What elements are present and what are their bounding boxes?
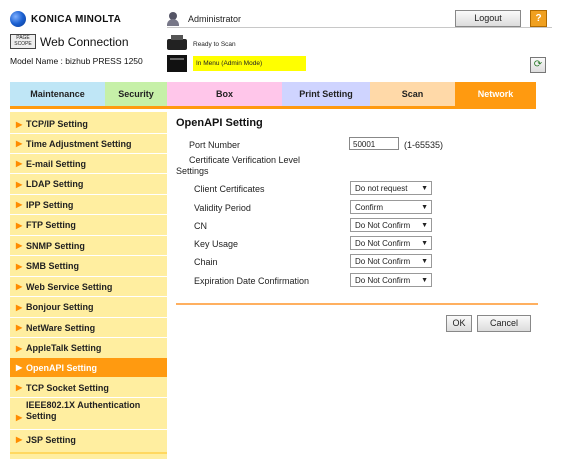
dropdown-caret-icon: ▼ (421, 240, 428, 247)
mode-status-bar: In Menu (Admin Mode) (193, 56, 306, 71)
pagescope-badge-icon: PAGE SCOPE (10, 34, 36, 49)
arrow-right-icon: ▶ (16, 302, 23, 312)
tab-security[interactable]: Security (105, 82, 167, 106)
page-title: OpenAPI Setting (176, 117, 263, 129)
status-ready-text: Ready to Scan (193, 41, 236, 48)
arrow-right-icon: ▶ (16, 119, 23, 129)
device-mode-icon (167, 55, 187, 72)
user-info: Administrator (167, 12, 241, 26)
app-title: Web Connection (40, 34, 129, 49)
help-button[interactable]: ? (530, 10, 547, 27)
arrow-right-icon: ▶ (16, 343, 23, 353)
arrow-right-icon: ▶ (16, 179, 23, 189)
arrow-right-icon: ▶ (16, 363, 23, 372)
brand: KONICA MINOLTA (10, 11, 121, 27)
key-usage-label: Key Usage (194, 239, 239, 249)
sidebar-item-web-service[interactable]: ▶ Web Service Setting (10, 277, 167, 296)
dropdown-caret-icon: ▼ (421, 258, 428, 265)
validity-period-select[interactable]: Confirm ▼ (350, 200, 432, 214)
sidebar-item-time-adjustment[interactable]: ▶ Time Adjustment Setting (10, 134, 167, 153)
port-number-label: Port Number (189, 140, 241, 150)
cert-verification-label: Certificate Verification Level (189, 155, 301, 165)
chain-select[interactable]: Do Not Confirm ▼ (350, 254, 432, 268)
brand-name: KONICA MINOLTA (31, 13, 122, 25)
arrow-right-icon: ▶ (16, 261, 23, 271)
client-certificates-label: Client Certificates (194, 184, 265, 194)
sidebar-item-ftp[interactable]: ▶ FTP Setting (10, 215, 167, 235)
sidebar-item-snmp[interactable]: ▶ SNMP Setting (10, 236, 167, 255)
cert-verification-label-cont: Settings (176, 166, 209, 176)
dropdown-caret-icon: ▼ (421, 222, 428, 229)
tab-maintenance[interactable]: Maintenance (10, 82, 105, 106)
tab-print-setting[interactable]: Print Setting (282, 82, 370, 106)
ok-button[interactable]: OK (446, 315, 472, 332)
sidebar-item-netware[interactable]: ▶ NetWare Setting (10, 318, 167, 337)
cancel-button[interactable]: Cancel (477, 315, 531, 332)
model-name: Model Name : bizhub PRESS 1250 (10, 56, 143, 66)
sidebar-item-ipp[interactable]: ▶ IPP Setting (10, 195, 167, 214)
arrow-right-icon: ▶ (16, 220, 23, 230)
dropdown-caret-icon: ▼ (421, 277, 428, 284)
cn-label: CN (194, 221, 207, 231)
sidebar-item-tcpip[interactable]: ▶ TCP/IP Setting (10, 115, 167, 133)
pagescope-title: PAGE SCOPE Web Connection (10, 34, 129, 49)
key-usage-select[interactable]: Do Not Confirm ▼ (350, 236, 432, 250)
arrow-right-icon: ▶ (16, 435, 23, 444)
tab-scan[interactable]: Scan (370, 82, 455, 106)
client-certificates-select[interactable]: Do not request ▼ (350, 181, 432, 195)
admin-user-icon (167, 12, 183, 26)
user-name: Administrator (188, 14, 242, 24)
arrow-right-icon: ▶ (16, 383, 23, 392)
expiration-date-label: Expiration Date Confirmation (194, 276, 310, 286)
arrow-right-icon: ▶ (16, 159, 23, 168)
form-divider (176, 303, 538, 305)
mode-status: In Menu (Admin Mode) (167, 55, 306, 72)
device-status: Ready to Scan (167, 35, 236, 50)
sidebar-item-jsp[interactable]: ▶ JSP Setting (10, 430, 167, 449)
sidebar-bottom-border (10, 452, 167, 454)
expiration-date-select[interactable]: Do Not Confirm ▼ (350, 273, 432, 287)
cn-select[interactable]: Do Not Confirm ▼ (350, 218, 432, 232)
validity-period-label: Validity Period (194, 203, 251, 213)
sidebar-item-appletalk[interactable]: ▶ AppleTalk Setting (10, 338, 167, 358)
tab-underline (10, 106, 536, 109)
tab-network[interactable]: Network (455, 82, 536, 106)
konica-minolta-logo-icon (10, 11, 26, 27)
tab-box[interactable]: Box (167, 82, 282, 106)
arrow-right-icon: ▶ (16, 413, 23, 422)
arrow-right-icon: ▶ (16, 323, 23, 332)
arrow-right-icon: ▶ (16, 200, 23, 209)
sidebar-item-openapi[interactable]: ▶ OpenAPI Setting (10, 358, 167, 377)
arrow-right-icon: ▶ (16, 139, 23, 148)
header-divider (167, 27, 552, 28)
sidebar-item-ldap[interactable]: ▶ LDAP Setting (10, 174, 167, 194)
arrow-right-icon: ▶ (16, 241, 23, 250)
printer-icon (167, 35, 187, 50)
dropdown-caret-icon: ▼ (421, 185, 428, 192)
port-number-input[interactable]: 50001 (349, 137, 399, 150)
arrow-right-icon: ▶ (16, 282, 23, 291)
main-tabs: Maintenance Security Box Print Setting S… (10, 82, 536, 106)
dropdown-caret-icon: ▼ (421, 204, 428, 211)
sidebar-item-smb[interactable]: ▶ SMB Setting (10, 256, 167, 276)
port-range-hint: (1-65535) (404, 140, 444, 150)
sidebar-item-email[interactable]: ▶ E-mail Setting (10, 154, 167, 173)
logout-button[interactable]: Logout (455, 10, 521, 27)
sidebar-item-ieee8021x[interactable]: ▶ IEEE802.1X Authentication Setting (10, 400, 167, 428)
sidebar: ▶ TCP/IP Setting ▶ Time Adjustment Setting… (10, 112, 167, 459)
sidebar-item-bonjour[interactable]: ▶ Bonjour Setting (10, 297, 167, 317)
sidebar-item-tcp-socket[interactable]: ▶ TCP Socket Setting (10, 378, 167, 397)
chain-label: Chain (194, 257, 218, 267)
refresh-button[interactable]: ⟳ (530, 57, 546, 73)
